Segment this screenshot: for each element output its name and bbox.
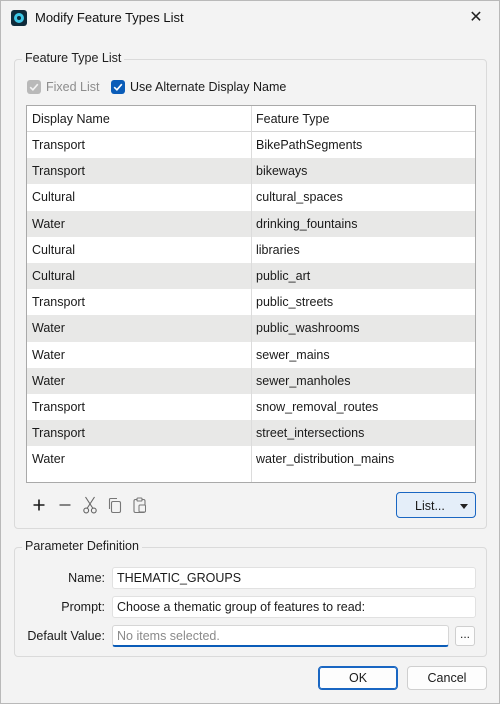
display-name-cell: Transport — [32, 295, 86, 310]
column-header-feature-type[interactable]: Feature Type — [256, 112, 329, 126]
display-name-cell: Water — [32, 452, 65, 467]
name-field[interactable]: THEMATIC_GROUPS — [112, 567, 476, 589]
fixed-list-label: Fixed List — [46, 80, 100, 94]
parameter-definition-legend: Parameter Definition — [22, 539, 142, 553]
column-header-display-name[interactable]: Display Name — [32, 112, 110, 126]
feature-type-cell: water_distribution_mains — [256, 452, 395, 467]
feature-type-list-legend: Feature Type List — [22, 51, 125, 65]
list-dropdown-button[interactable]: List... — [396, 492, 476, 518]
display-name-cell: Water — [32, 216, 65, 231]
fixed-list-check-icon — [27, 80, 41, 94]
feature-type-cell: public_streets — [256, 295, 334, 310]
feature-type-cell: libraries — [256, 242, 300, 257]
display-name-cell: Transport — [32, 400, 86, 414]
display-name-cell: Transport — [32, 138, 86, 152]
title-bar: Modify Feature Types List ✕ — [1, 1, 499, 35]
use-alternate-label: Use Alternate Display Name — [130, 80, 287, 94]
display-name-cell: Transport — [32, 426, 86, 441]
paste-icon[interactable] — [130, 494, 150, 516]
feature-type-cell: BikePathSegments — [256, 138, 363, 152]
feature-type-cell: snow_removal_routes — [256, 400, 379, 414]
feature-type-cell: sewer_mains — [256, 347, 330, 362]
close-icon[interactable]: ✕ — [463, 6, 489, 30]
feature-type-cell: drinking_fountains — [256, 216, 358, 231]
use-alternate-display-name-checkbox[interactable]: Use Alternate Display Name — [111, 79, 301, 97]
chevron-down-icon — [460, 504, 468, 509]
browse-button[interactable]: ... — [455, 626, 475, 646]
ok-button[interactable]: OK — [318, 666, 398, 690]
cut-icon[interactable] — [80, 494, 100, 516]
fixed-list-checkbox[interactable]: Fixed List — [27, 79, 107, 97]
default-value-field[interactable]: No items selected. — [112, 625, 449, 647]
use-alternate-check-icon — [111, 80, 125, 94]
display-name-cell: Water — [32, 347, 65, 362]
cancel-button[interactable]: Cancel — [407, 666, 487, 690]
display-name-cell: Cultural — [32, 190, 76, 205]
feature-type-cell: street_intersections — [256, 426, 365, 441]
feature-type-cell: public_washrooms — [256, 321, 360, 336]
feature-type-cell: public_art — [256, 269, 311, 283]
feature-type-table[interactable]: Display Name Feature Type Transport BikeP… — [26, 105, 476, 483]
display-name-cell: Transport — [32, 164, 86, 179]
default-value-label: Default Value: — [27, 629, 105, 643]
copy-icon[interactable] — [105, 494, 125, 516]
display-name-cell: Cultural — [32, 269, 76, 283]
column-separator — [251, 106, 252, 482]
display-name-cell: Cultural — [32, 242, 76, 257]
app-icon — [11, 10, 27, 26]
list-button-label: List... — [415, 499, 445, 513]
feature-type-cell: sewer_manholes — [256, 373, 351, 388]
feature-type-cell: cultural_spaces — [256, 190, 343, 205]
display-name-cell: Water — [32, 321, 65, 336]
window-title: Modify Feature Types List — [35, 10, 184, 25]
name-label: Name: — [68, 571, 105, 585]
prompt-label: Prompt: — [61, 600, 105, 614]
prompt-field[interactable]: Choose a thematic group of features to r… — [112, 596, 476, 618]
add-icon[interactable] — [29, 494, 49, 516]
remove-icon[interactable] — [55, 494, 75, 516]
display-name-cell: Water — [32, 373, 65, 388]
feature-type-cell: bikeways — [256, 164, 308, 179]
dialog-window: Modify Feature Types List ✕ Feature Type… — [0, 0, 500, 704]
